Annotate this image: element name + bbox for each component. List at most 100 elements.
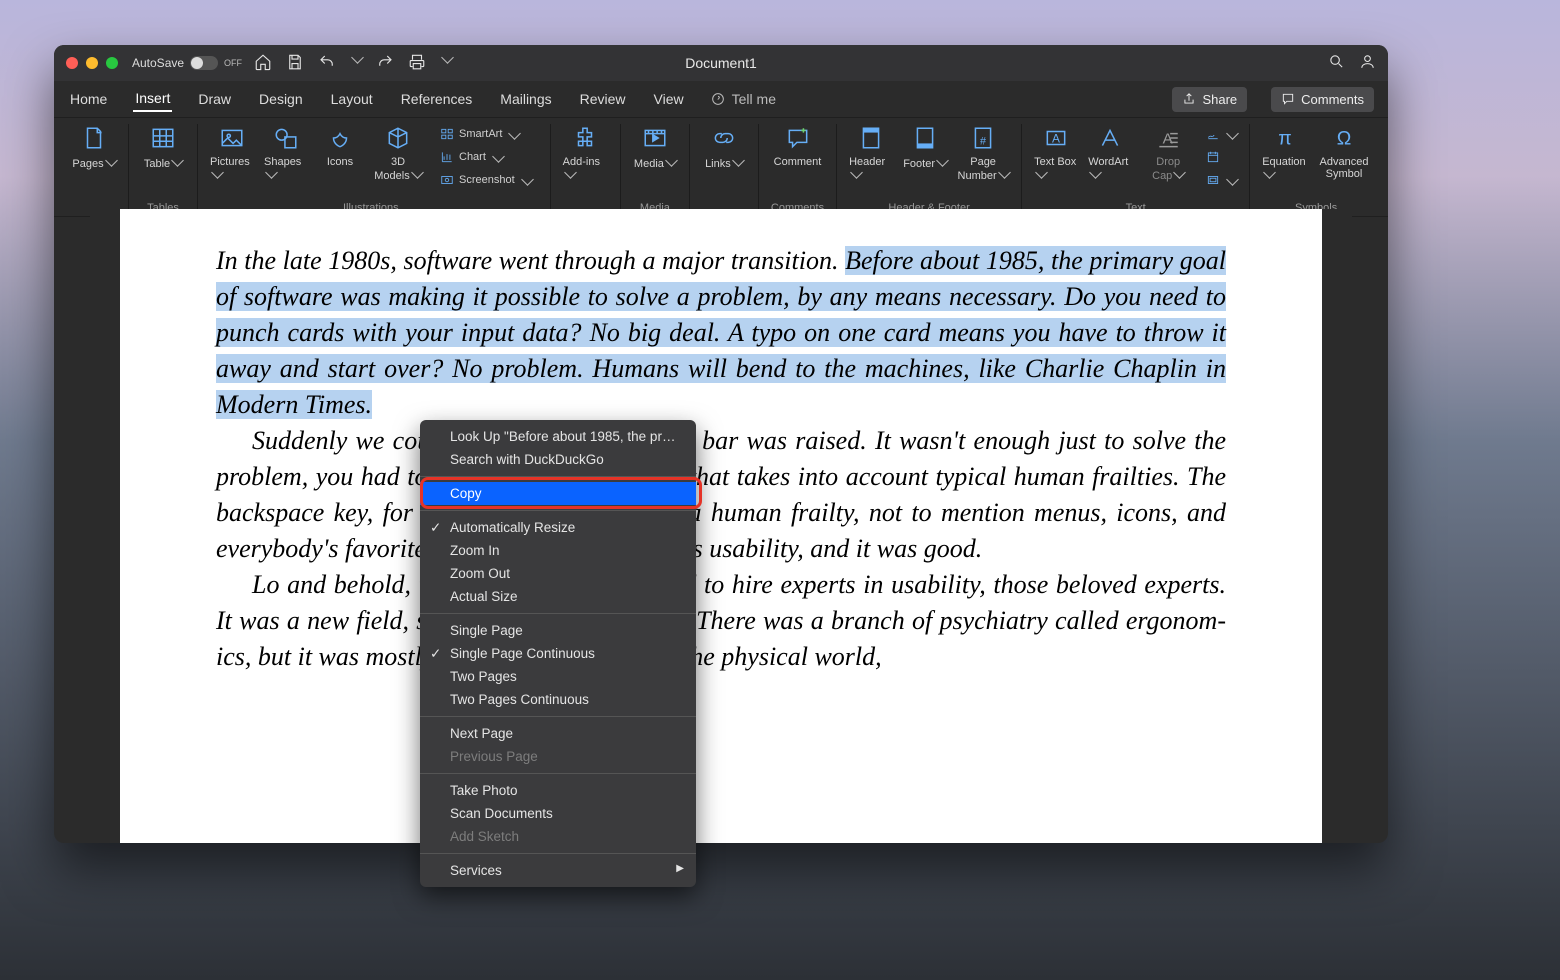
ctx-actual-size[interactable]: Actual Size xyxy=(420,585,696,608)
links-button[interactable]: Links xyxy=(702,124,746,170)
drop-cap-button[interactable]: A Drop Cap xyxy=(1142,124,1194,182)
object-button[interactable] xyxy=(1206,170,1237,190)
svg-text:Ω: Ω xyxy=(1337,128,1352,150)
ctx-copy[interactable]: Copy xyxy=(420,482,696,505)
tab-references[interactable]: References xyxy=(399,87,475,111)
tab-design[interactable]: Design xyxy=(257,87,305,111)
ctx-next-page[interactable]: Next Page xyxy=(420,722,696,745)
ctx-add-sketch: Add Sketch xyxy=(420,825,696,848)
undo-dropdown-icon[interactable] xyxy=(351,51,364,64)
autosave-toggle[interactable]: AutoSave OFF xyxy=(132,56,242,70)
tab-mailings[interactable]: Mailings xyxy=(498,87,553,111)
equation-button[interactable]: π Equation xyxy=(1262,124,1308,182)
advanced-symbol-label: Advanced Symbol xyxy=(1320,156,1369,180)
wordart-button[interactable]: WordArt xyxy=(1088,124,1132,182)
3d-models-label: 3D Models xyxy=(374,156,421,182)
ctx-auto-resize[interactable]: Automatically Resize xyxy=(420,516,696,539)
table-button[interactable]: Table xyxy=(141,124,185,170)
ctx-two-pages[interactable]: Two Pages xyxy=(420,665,696,688)
chart-button[interactable]: Chart xyxy=(440,147,532,167)
pictures-label: Pictures xyxy=(210,156,254,182)
paragraph-2[interactable]: Suddenly we could solve problems, so the… xyxy=(216,423,1226,567)
pages-button[interactable]: Pages xyxy=(72,124,116,170)
ctx-separator xyxy=(420,510,696,511)
media-button[interactable]: Media xyxy=(633,124,677,170)
group-links: Links xyxy=(690,124,759,214)
home-icon[interactable] xyxy=(254,53,272,74)
comments-label: Comments xyxy=(1301,92,1364,107)
tab-view[interactable]: View xyxy=(652,87,686,111)
ctx-separator xyxy=(420,853,696,854)
ctx-take-photo[interactable]: Take Photo xyxy=(420,779,696,802)
tab-layout[interactable]: Layout xyxy=(329,87,375,111)
ribbon-tabs: Home Insert Draw Design Layout Reference… xyxy=(54,81,1388,117)
p1-plain: In the late 1980s, software went through… xyxy=(216,246,845,275)
ctx-two-pages-continuous[interactable]: Two Pages Continuous xyxy=(420,688,696,711)
page-number-label: Page Number xyxy=(958,156,1009,182)
tab-draw[interactable]: Draw xyxy=(196,87,233,111)
pages-label: Pages xyxy=(72,156,115,170)
ctx-services[interactable]: Services xyxy=(420,859,696,882)
header-label: Header xyxy=(849,156,893,182)
drop-cap-label: Drop Cap xyxy=(1152,156,1184,182)
redo-icon[interactable] xyxy=(376,53,394,74)
media-label: Media xyxy=(634,156,676,170)
pictures-button[interactable]: Pictures xyxy=(210,124,254,182)
wordart-label: WordArt xyxy=(1088,156,1132,182)
ctx-zoom-out[interactable]: Zoom Out xyxy=(420,562,696,585)
search-icon[interactable] xyxy=(1328,53,1345,73)
screenshot-button[interactable]: Screenshot xyxy=(440,170,532,190)
ctx-separator xyxy=(420,716,696,717)
close-window-button[interactable] xyxy=(66,57,78,69)
ctx-scan-documents[interactable]: Scan Documents xyxy=(420,802,696,825)
footer-button[interactable]: Footer xyxy=(903,124,947,170)
shapes-button[interactable]: Shapes xyxy=(264,124,308,182)
ctx-single-page[interactable]: Single Page xyxy=(420,619,696,642)
account-icon[interactable] xyxy=(1359,53,1376,73)
header-button[interactable]: Header xyxy=(849,124,893,182)
tab-review[interactable]: Review xyxy=(578,87,628,111)
print-icon[interactable] xyxy=(408,53,426,74)
text-box-button[interactable]: A Text Box xyxy=(1034,124,1078,182)
page-number-button[interactable]: # Page Number xyxy=(957,124,1009,182)
links-label: Links xyxy=(705,156,743,170)
comment-button[interactable]: Comment xyxy=(774,124,822,168)
tab-insert[interactable]: Insert xyxy=(133,86,172,112)
comments-button[interactable]: Comments xyxy=(1271,87,1374,112)
group-text: A Text Box WordArt A Drop Cap Text xyxy=(1022,124,1250,214)
3d-models-button[interactable]: 3D Models xyxy=(372,124,424,182)
ctx-previous-page: Previous Page xyxy=(420,745,696,768)
window-controls xyxy=(66,57,118,69)
illustrations-mini: SmartArt Chart Screenshot xyxy=(440,124,532,190)
table-label: Table xyxy=(144,156,182,170)
zoom-window-button[interactable] xyxy=(106,57,118,69)
document-page[interactable]: In the late 1980s, software went through… xyxy=(120,209,1322,843)
share-button[interactable]: Share xyxy=(1172,87,1247,112)
document-canvas[interactable]: In the late 1980s, software went through… xyxy=(90,209,1352,843)
autosave-state: OFF xyxy=(224,58,242,68)
smartart-button[interactable]: SmartArt xyxy=(440,124,532,144)
document-title: Document1 xyxy=(685,55,757,71)
icons-button[interactable]: Icons xyxy=(318,124,362,168)
ctx-zoom-in[interactable]: Zoom In xyxy=(420,539,696,562)
date-time-button[interactable] xyxy=(1206,147,1237,167)
save-icon[interactable] xyxy=(286,53,304,74)
tell-me-search[interactable]: Tell me xyxy=(710,91,776,107)
ctx-search-web[interactable]: Search with DuckDuckGo xyxy=(420,448,696,471)
ctx-single-page-continuous[interactable]: Single Page Continuous xyxy=(420,642,696,665)
minimize-window-button[interactable] xyxy=(86,57,98,69)
advanced-symbol-button[interactable]: Ω Advanced Symbol xyxy=(1318,124,1370,180)
autosave-label: AutoSave xyxy=(132,56,184,70)
signature-line-button[interactable] xyxy=(1206,124,1237,144)
paragraph-1[interactable]: In the late 1980s, software went through… xyxy=(216,243,1226,423)
qat-more-icon[interactable] xyxy=(441,51,454,64)
text-box-label: Text Box xyxy=(1034,156,1078,182)
svg-text:π: π xyxy=(1278,128,1291,150)
paragraph-3[interactable]: Lo and behold, the software industry tri… xyxy=(216,567,1226,675)
undo-icon[interactable] xyxy=(318,53,336,74)
autosave-switch[interactable] xyxy=(190,56,218,70)
ctx-lookup[interactable]: Look Up "Before about 1985, the primary…… xyxy=(420,425,696,448)
addins-button[interactable]: Add-ins xyxy=(563,124,608,182)
footer-label: Footer xyxy=(903,156,947,170)
tab-home[interactable]: Home xyxy=(68,87,109,111)
